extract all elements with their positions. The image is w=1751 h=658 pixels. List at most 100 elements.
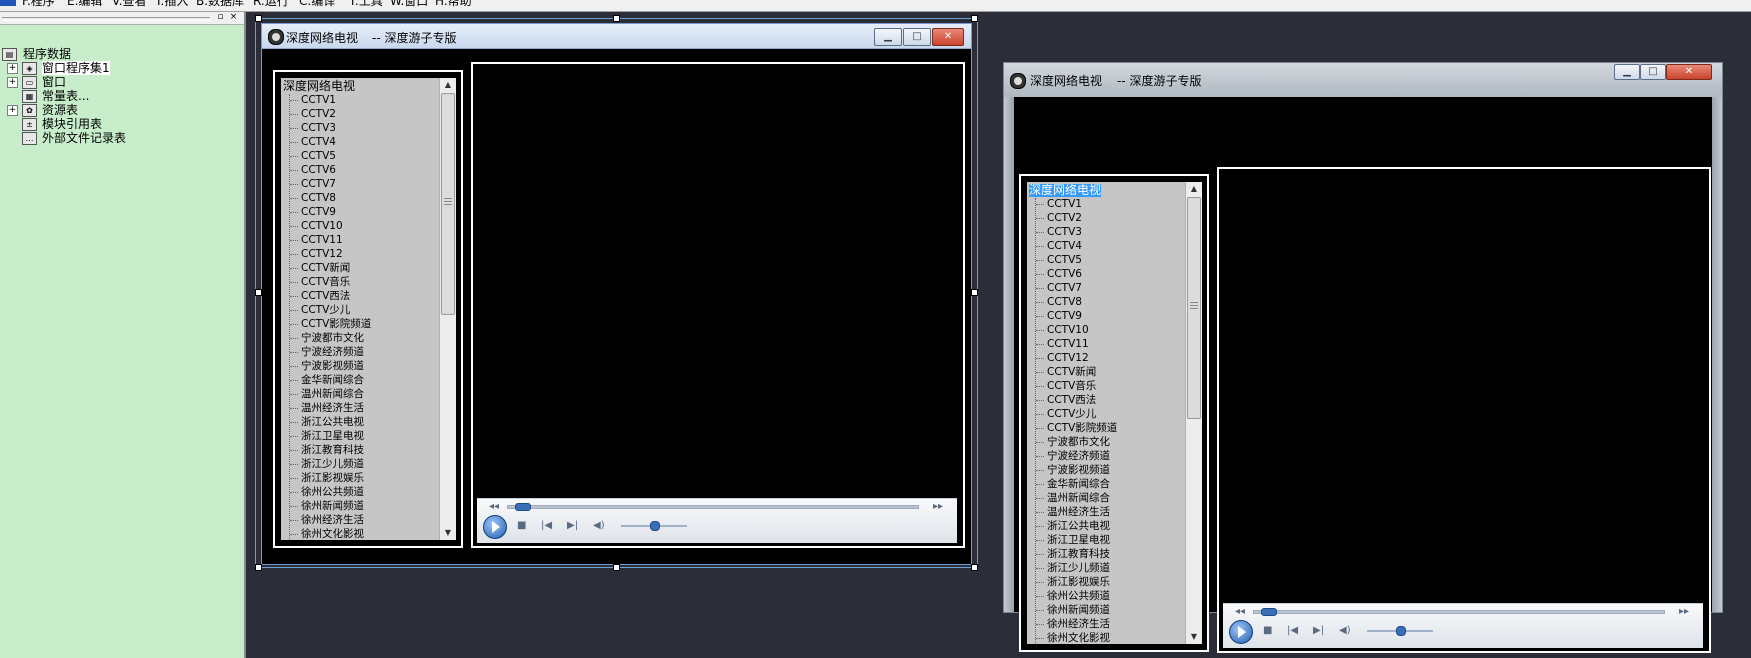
previous-button[interactable]: |◀ <box>541 520 552 532</box>
panel-pin-icon[interactable]: ▫ <box>216 13 225 22</box>
volume-icon[interactable]: ◀) <box>593 520 605 532</box>
tree-item-program-data[interactable]: ▤ 程序数据 <box>2 47 242 61</box>
channel-item[interactable]: 温州经济生活 <box>1047 506 1110 519</box>
channel-item[interactable]: CCTV西法 <box>301 290 350 303</box>
previous-button[interactable]: |◀ <box>1287 625 1298 637</box>
channel-item[interactable]: CCTV7 <box>1047 282 1082 295</box>
scroll-down-icon[interactable]: ▼ <box>440 526 456 540</box>
channel-item[interactable]: CCTV音乐 <box>1047 380 1096 393</box>
close-button[interactable]: ✕ <box>932 28 964 46</box>
channel-item[interactable]: 宁波都市文化 <box>1047 436 1110 449</box>
menu-run[interactable]: R.运行 <box>253 0 289 8</box>
channel-item[interactable]: CCTV音乐 <box>301 276 350 289</box>
resize-handle[interactable] <box>971 564 978 571</box>
channel-item[interactable]: CCTV12 <box>301 248 343 261</box>
channel-item[interactable]: CCTV7 <box>301 178 336 191</box>
channel-item[interactable]: 浙江影视娱乐 <box>301 472 364 485</box>
channel-item[interactable]: CCTV2 <box>1047 212 1082 225</box>
channel-item[interactable]: CCTV11 <box>301 234 343 247</box>
seek-knob[interactable] <box>1261 608 1278 616</box>
channel-item[interactable]: 浙江卫星电视 <box>301 430 364 443</box>
menu-database[interactable]: B.数据库 <box>196 0 244 8</box>
rewind-icon[interactable]: ◂◂ <box>489 501 499 513</box>
channel-item[interactable]: CCTV4 <box>301 136 336 149</box>
channel-item[interactable]: CCTV影院频道 <box>301 318 371 331</box>
channel-item[interactable]: 徐州经济生活 <box>301 514 364 527</box>
channel-item[interactable]: 温州新闻综合 <box>301 388 364 401</box>
rewind-icon[interactable]: ◂◂ <box>1235 606 1245 618</box>
channel-tree-list[interactable]: 深度网络电视 CCTV1 CCTV2 CCTV3 CCTV4 CCTV5 CCTV6 CCT… <box>281 78 455 540</box>
menu-view[interactable]: V.查看 <box>112 0 146 8</box>
channel-item[interactable]: 浙江公共电视 <box>301 416 364 429</box>
channel-item[interactable]: CCTV2 <box>301 108 336 121</box>
seek-bar[interactable] <box>507 505 919 509</box>
channel-item[interactable]: 温州经济生活 <box>301 402 364 415</box>
channel-item[interactable]: CCTV5 <box>301 150 336 163</box>
channel-list-scrollbar[interactable]: ▲ ▼ <box>1185 182 1202 644</box>
running-window[interactable]: 深度网络电视 -- 深度游子专版 ▁ □ ✕ 深度网络电视 CCTV1 CCTV2… <box>1003 62 1723 653</box>
channel-item[interactable]: CCTV11 <box>1047 338 1089 351</box>
play-button[interactable] <box>483 515 507 539</box>
expand-icon[interactable]: + <box>7 77 18 88</box>
menu-compile[interactable]: C.编译 <box>299 0 335 8</box>
channel-item[interactable]: CCTV新闻 <box>301 262 350 275</box>
expand-icon[interactable]: + <box>7 63 18 74</box>
channel-item[interactable]: 浙江影视娱乐 <box>1047 576 1110 589</box>
channel-item[interactable]: 宁波经济频道 <box>301 346 364 359</box>
channel-item[interactable]: CCTV新闻 <box>1047 366 1096 379</box>
channel-item[interactable]: 浙江少儿频道 <box>301 458 364 471</box>
channel-list-scrollbar[interactable]: ▲ ▼ <box>439 78 456 540</box>
scroll-up-icon[interactable]: ▲ <box>1186 182 1202 196</box>
channel-item[interactable]: 浙江教育科技 <box>1047 548 1110 561</box>
stop-button[interactable]: ■ <box>1263 625 1272 637</box>
channel-item[interactable]: CCTV3 <box>301 122 336 135</box>
maximize-button[interactable]: □ <box>1640 64 1666 80</box>
channel-item[interactable]: CCTV影院频道 <box>1047 422 1117 435</box>
menu-window[interactable]: W.窗口 <box>390 0 428 8</box>
seek-knob[interactable] <box>515 503 532 511</box>
minimize-button[interactable]: ▁ <box>874 28 902 46</box>
next-button[interactable]: ▶| <box>1313 625 1324 637</box>
resize-handle[interactable] <box>971 289 978 296</box>
tree-item-assembly[interactable]: + ◈ 窗口程序集1 <box>7 61 242 75</box>
channel-tree-list[interactable]: 深度网络电视 CCTV1 CCTV2 CCTV3 CCTV4 CCTV5 CCTV6 CCT… <box>1027 182 1201 644</box>
scroll-thumb[interactable] <box>1187 197 1201 419</box>
menu-tools[interactable]: T.工具 <box>349 0 383 8</box>
tree-item-window[interactable]: + ▭ 窗口 <box>7 75 242 89</box>
play-button[interactable] <box>1229 620 1253 644</box>
running-window-titlebar[interactable]: 深度网络电视 -- 深度游子专版 ▁ □ ✕ <box>1004 63 1722 97</box>
maximize-button[interactable]: □ <box>903 28 931 46</box>
next-button[interactable]: ▶| <box>567 520 578 532</box>
channel-item[interactable]: CCTV西法 <box>1047 394 1096 407</box>
channel-item[interactable]: 徐州公共频道 <box>1047 590 1110 603</box>
channel-item[interactable]: CCTV少儿 <box>1047 408 1096 421</box>
channel-item[interactable]: CCTV9 <box>301 206 336 219</box>
scroll-thumb[interactable] <box>441 93 455 315</box>
channel-item[interactable]: CCTV8 <box>301 192 336 205</box>
close-button[interactable]: ✕ <box>1666 64 1712 80</box>
channel-item[interactable]: 浙江卫星电视 <box>1047 534 1110 547</box>
channel-item[interactable]: 徐州公共频道 <box>301 486 364 499</box>
tree-item-resources[interactable]: + ✿ 资源表 <box>7 103 242 117</box>
channel-item[interactable]: CCTV5 <box>1047 254 1082 267</box>
resize-handle[interactable] <box>613 564 620 571</box>
scroll-up-icon[interactable]: ▲ <box>440 78 456 92</box>
channel-item[interactable]: 宁波都市文化 <box>301 332 364 345</box>
stop-button[interactable]: ■ <box>517 520 526 532</box>
scroll-down-icon[interactable]: ▼ <box>1186 630 1202 644</box>
resize-handle[interactable] <box>613 15 620 22</box>
channel-item[interactable]: 浙江少儿频道 <box>1047 562 1110 575</box>
channel-item[interactable]: CCTV10 <box>1047 324 1089 337</box>
channel-item[interactable]: CCTV1 <box>1047 198 1082 211</box>
channel-item[interactable]: CCTV6 <box>1047 268 1082 281</box>
menu-insert[interactable]: I.插入 <box>157 0 188 8</box>
volume-knob[interactable] <box>650 521 660 531</box>
video-area[interactable]: ◂◂ ▸▸ ■ |◀ ▶| ◀) <box>471 62 965 548</box>
channel-item[interactable]: 金华新闻综合 <box>301 374 364 387</box>
video-area[interactable]: ◂◂ ▸▸ ■ |◀ ▶| ◀) <box>1217 167 1711 653</box>
channel-item[interactable]: 徐州文化影视 <box>301 528 364 540</box>
channel-item[interactable]: 浙江教育科技 <box>301 444 364 457</box>
channel-item[interactable]: CCTV8 <box>1047 296 1082 309</box>
minimize-button[interactable]: ▁ <box>1614 64 1640 80</box>
channel-item[interactable]: CCTV3 <box>1047 226 1082 239</box>
